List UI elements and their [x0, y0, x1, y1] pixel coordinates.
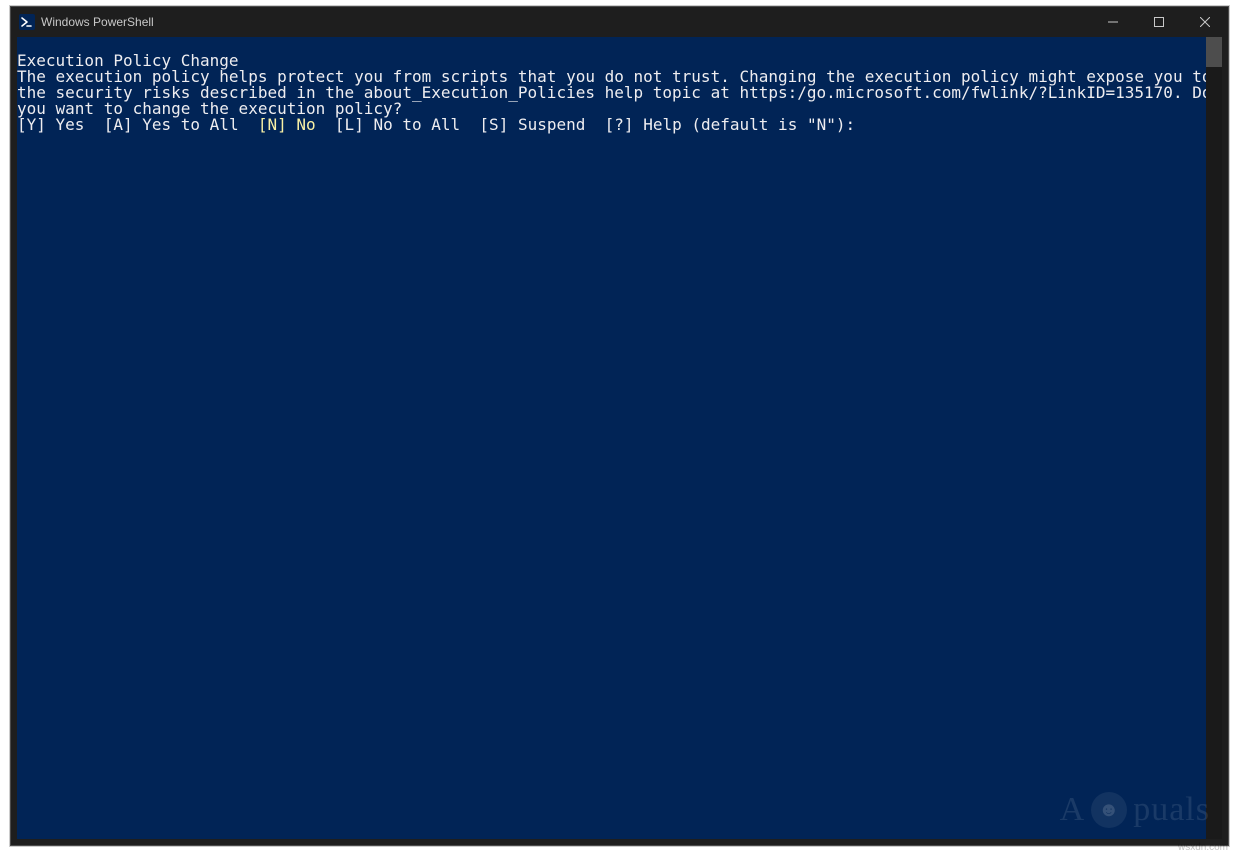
opt-no-key: [N]	[258, 115, 287, 134]
opt-help-label: Help (default is "N"):	[634, 115, 856, 134]
opt-suspend-label: Suspend	[508, 115, 604, 134]
vertical-scrollbar[interactable]	[1206, 37, 1222, 839]
minimize-button[interactable]	[1090, 7, 1136, 37]
powershell-window: Windows PowerShell Execution Policy Chan…	[10, 6, 1229, 846]
opt-noall-key: [L]	[335, 115, 364, 134]
opt-suspend-key: [S]	[479, 115, 508, 134]
opt-all-key: [A]	[104, 115, 133, 134]
opt-help-key: [?]	[605, 115, 634, 134]
opt-no-label: No	[287, 115, 335, 134]
client-area: Execution Policy Change The execution po…	[11, 37, 1228, 845]
maximize-button[interactable]	[1136, 7, 1182, 37]
scrollbar-thumb[interactable]	[1206, 37, 1222, 67]
window-title: Windows PowerShell	[41, 15, 154, 29]
powershell-icon	[19, 14, 35, 30]
opt-yes-label: Yes	[46, 115, 104, 134]
output-body: The execution policy helps protect you f…	[17, 67, 1221, 118]
opt-yes-key: [Y]	[17, 115, 46, 134]
output-prompt: [Y] Yes [A] Yes to All [N] No [L] No to …	[17, 115, 855, 134]
close-button[interactable]	[1182, 7, 1228, 37]
source-watermark: wsxdn.com	[1178, 842, 1228, 853]
opt-all-label: Yes to All	[133, 115, 258, 134]
titlebar[interactable]: Windows PowerShell	[11, 7, 1228, 37]
terminal-output[interactable]: Execution Policy Change The execution po…	[17, 37, 1222, 839]
opt-noall-label: No to All	[364, 115, 480, 134]
